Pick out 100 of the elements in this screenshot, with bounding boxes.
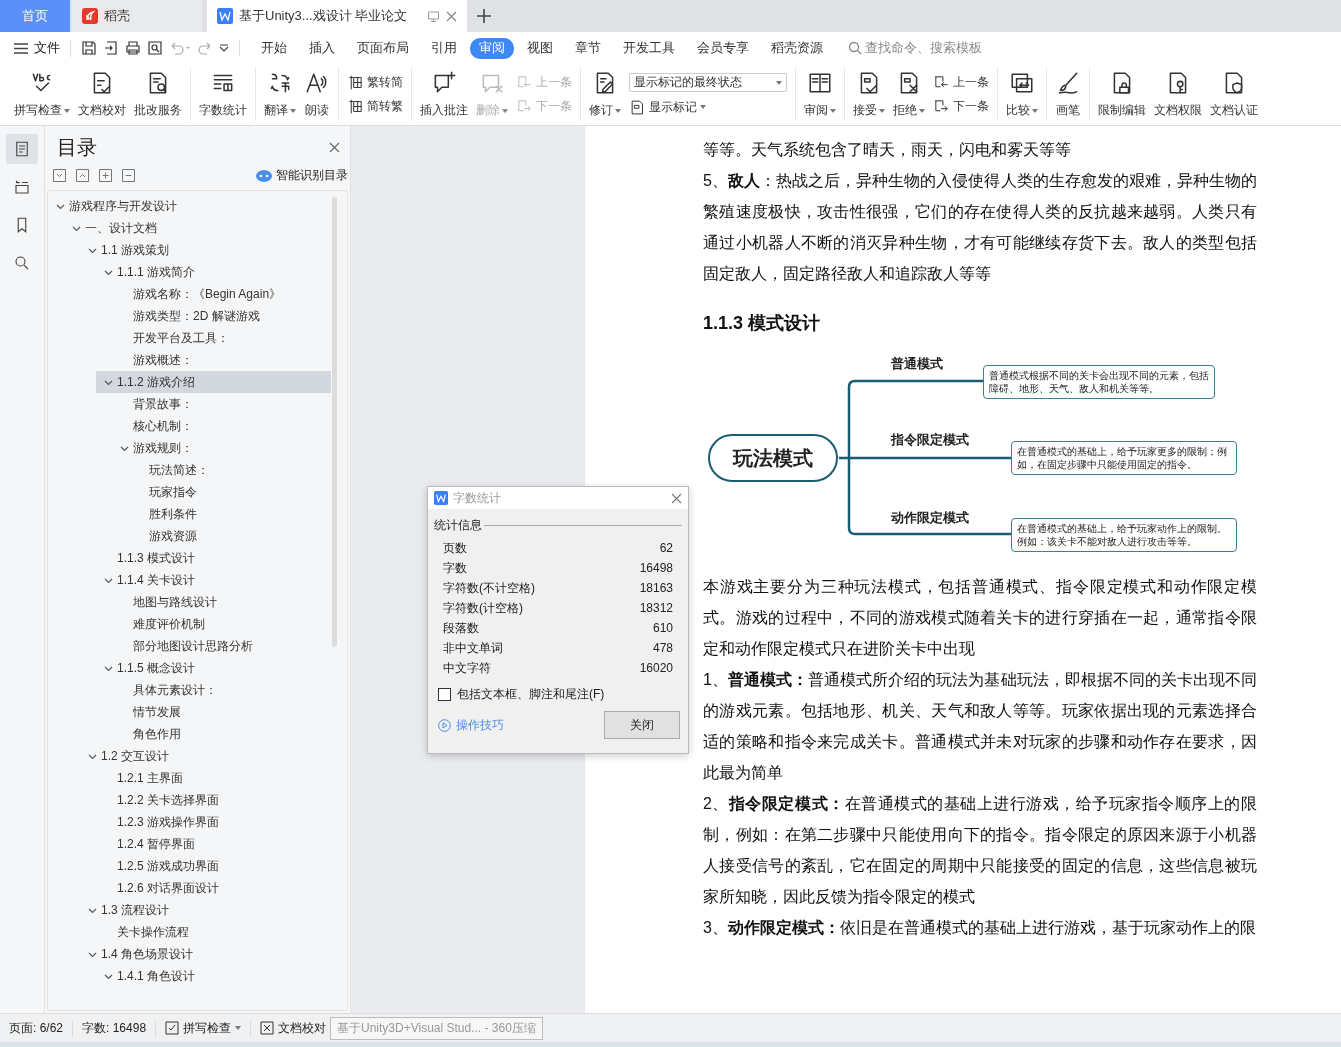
toc-item[interactable]: 地图与路线设计	[112, 591, 331, 613]
ribbon-button[interactable]: 文档认证	[1206, 70, 1262, 119]
stat-value: 18163	[639, 581, 673, 595]
word-count[interactable]: 字数: 16498	[73, 1019, 157, 1037]
paragraph: 等等。天气系统包含了晴天，雨天，闪电和雾天等等	[703, 140, 1072, 160]
toc-item[interactable]: 难度评价机制	[112, 613, 331, 635]
spell-check-button[interactable]: 拼写检查	[156, 1019, 252, 1037]
close-icon[interactable]	[671, 492, 682, 504]
ribbon-button[interactable]: 显示标记	[629, 98, 787, 116]
ribbon-tab[interactable]: 开发工具	[614, 37, 684, 59]
add-tab-icon[interactable]	[477, 9, 491, 23]
file-menu[interactable]: 文件	[14, 39, 71, 57]
ribbon-button[interactable]: 下一条	[933, 98, 989, 116]
customize-icon[interactable]	[219, 44, 229, 52]
toc-item[interactable]: 1.1.2 游戏介绍	[96, 371, 331, 393]
document-logo-icon	[217, 8, 233, 24]
ribbon-button[interactable]: 批改服务	[130, 70, 186, 119]
ribbon-button[interactable]: 繁转简	[347, 73, 403, 91]
panel-button[interactable]	[6, 134, 38, 164]
tab[interactable]: 稻壳	[72, 0, 202, 32]
collapse-down-icon[interactable]	[53, 169, 66, 182]
toc-item[interactable]: 1.2.2 关卡选择界面	[96, 789, 331, 811]
toc-item[interactable]: 游戏名称：《Begin Again》	[112, 283, 331, 305]
command-search-field[interactable]: 查找命令、搜索模板	[848, 39, 982, 57]
collapse-up-icon[interactable]	[76, 169, 89, 182]
toc-item[interactable]: 玩法简述：	[128, 459, 331, 481]
toc-item[interactable]: 1.4 角色场景设计	[80, 943, 331, 965]
preview-icon[interactable]	[147, 40, 163, 56]
toc-item[interactable]: 1.3 流程设计	[80, 899, 331, 921]
toc-item[interactable]: 一、设计文档	[64, 217, 331, 239]
scrollbar-thumb[interactable]	[332, 197, 337, 647]
ribbon-button[interactable]: 文档权限	[1150, 70, 1206, 119]
toc-item[interactable]: 1.2 交互设计	[80, 745, 331, 767]
ribbon-tab[interactable]: 稻壳资源	[762, 37, 832, 59]
ribbon-button[interactable]: 简转繁	[347, 98, 403, 116]
redo-icon[interactable]	[197, 40, 213, 56]
markup-dropdown[interactable]: 显示标记的最终状态	[629, 73, 787, 93]
toc-item[interactable]: 1.2.6 对话界面设计	[96, 877, 331, 899]
ribbon-button[interactable]: 拼写检查	[10, 70, 74, 119]
monitor-icon[interactable]	[427, 9, 440, 23]
toc-item[interactable]: 核心机制：	[112, 415, 331, 437]
toc-item[interactable]: 角色作用	[112, 723, 331, 745]
toc-item[interactable]: 玩家指令	[128, 481, 331, 503]
toc-item[interactable]: 胜利条件	[128, 503, 331, 525]
close-icon[interactable]	[446, 10, 457, 22]
ribbon-button[interactable]: 拒绝	[889, 70, 929, 119]
toc-item[interactable]: 开发平台及工具：	[112, 327, 331, 349]
ribbon-tab[interactable]: 页面布局	[348, 37, 418, 59]
include-checkbox[interactable]: 包括文本框、脚注和尾注(F)	[428, 678, 688, 703]
toc-item[interactable]: 游戏规则：	[112, 437, 331, 459]
toc-item[interactable]: 1.4.1 角色设计	[96, 965, 331, 987]
undo-icon[interactable]	[169, 40, 191, 56]
toc-item[interactable]: 1.1.1 游戏简介	[96, 261, 331, 283]
toc-item[interactable]: 游戏程序与开发设计	[48, 195, 331, 217]
toc-item[interactable]: 游戏资源	[128, 525, 331, 547]
ribbon-tab[interactable]: 开始	[252, 37, 296, 59]
ribbon-tab[interactable]: 会员专享	[688, 37, 758, 59]
toc-item[interactable]: 1.1 游戏策划	[80, 239, 331, 261]
ribbon-tab[interactable]: 插入	[300, 37, 344, 59]
toc-item[interactable]: 1.2.4 暂停界面	[96, 833, 331, 855]
ribbon-button[interactable]: 翻译	[260, 70, 300, 119]
toc-item[interactable]: 部分地图设计思路分析	[112, 635, 331, 657]
ribbon-button[interactable]: 接受	[849, 70, 889, 119]
collapse-icon[interactable]	[122, 169, 135, 182]
paragraph: 3、动作限定模式：依旧是在普通模式的基础上进行游戏，基于玩家动作上的限	[703, 918, 1257, 938]
print-icon[interactable]	[125, 40, 141, 56]
ribbon-tab[interactable]: 视图	[518, 37, 562, 59]
smart-toc-button[interactable]: 智能识别目录	[256, 167, 348, 184]
ribbon-tab[interactable]: 引用	[422, 37, 466, 59]
toc-item[interactable]: 情节发展	[112, 701, 331, 723]
ribbon-button[interactable]: 字数统计	[195, 70, 251, 119]
toc-item[interactable]: 1.2.1 主界面	[96, 767, 331, 789]
tab[interactable]: 基于Unity3...戏设计 毕业论文	[207, 0, 467, 32]
toc-item[interactable]: 1.1.5 概念设计	[96, 657, 331, 679]
toc-item[interactable]: 1.2.5 游戏成功界面	[96, 855, 331, 877]
toc-item[interactable]: 具体元素设计：	[112, 679, 331, 701]
toc-item[interactable]: 关卡操作流程	[96, 921, 331, 943]
toc-item[interactable]: 1.1.3 模式设计	[96, 547, 331, 569]
ribbon-button[interactable]: 插入批注	[416, 70, 472, 119]
toc-item[interactable]: 1.1.4 关卡设计	[96, 569, 331, 591]
export-icon[interactable]	[103, 40, 119, 56]
toc-item[interactable]: 游戏类型：2D 解谜游戏	[112, 305, 331, 327]
ribbon-button[interactable]: 上一条	[933, 73, 989, 91]
close-button[interactable]: 关闭	[604, 711, 680, 739]
ribbon-button[interactable]: 朗读	[300, 70, 334, 119]
ribbon-button[interactable]: 限制编辑	[1094, 70, 1150, 119]
toc-item[interactable]: 1.2.3 游戏操作界面	[96, 811, 331, 833]
app-logo-icon	[434, 491, 448, 505]
ribbon-button[interactable]: 审阅	[800, 70, 840, 119]
ribbon-button[interactable]: 比较	[1002, 70, 1042, 119]
note-box: 在普通模式的基础上，给予玩家更多的限制；例如，在固定步骤中只能使用固定的指令。	[1011, 441, 1237, 475]
toc-item[interactable]: 游戏概述：	[112, 349, 331, 371]
ribbon-tab[interactable]: 章节	[566, 37, 610, 59]
toc-item[interactable]: 背景故事：	[112, 393, 331, 415]
close-icon[interactable]	[329, 142, 340, 153]
ribbon-button[interactable]: 画笔	[1051, 70, 1085, 119]
save-icon[interactable]	[81, 40, 97, 56]
ribbon-button[interactable]: 文档校对	[74, 70, 130, 119]
ribbon-button[interactable]: 修订	[585, 70, 625, 119]
expand-icon[interactable]	[99, 169, 112, 182]
